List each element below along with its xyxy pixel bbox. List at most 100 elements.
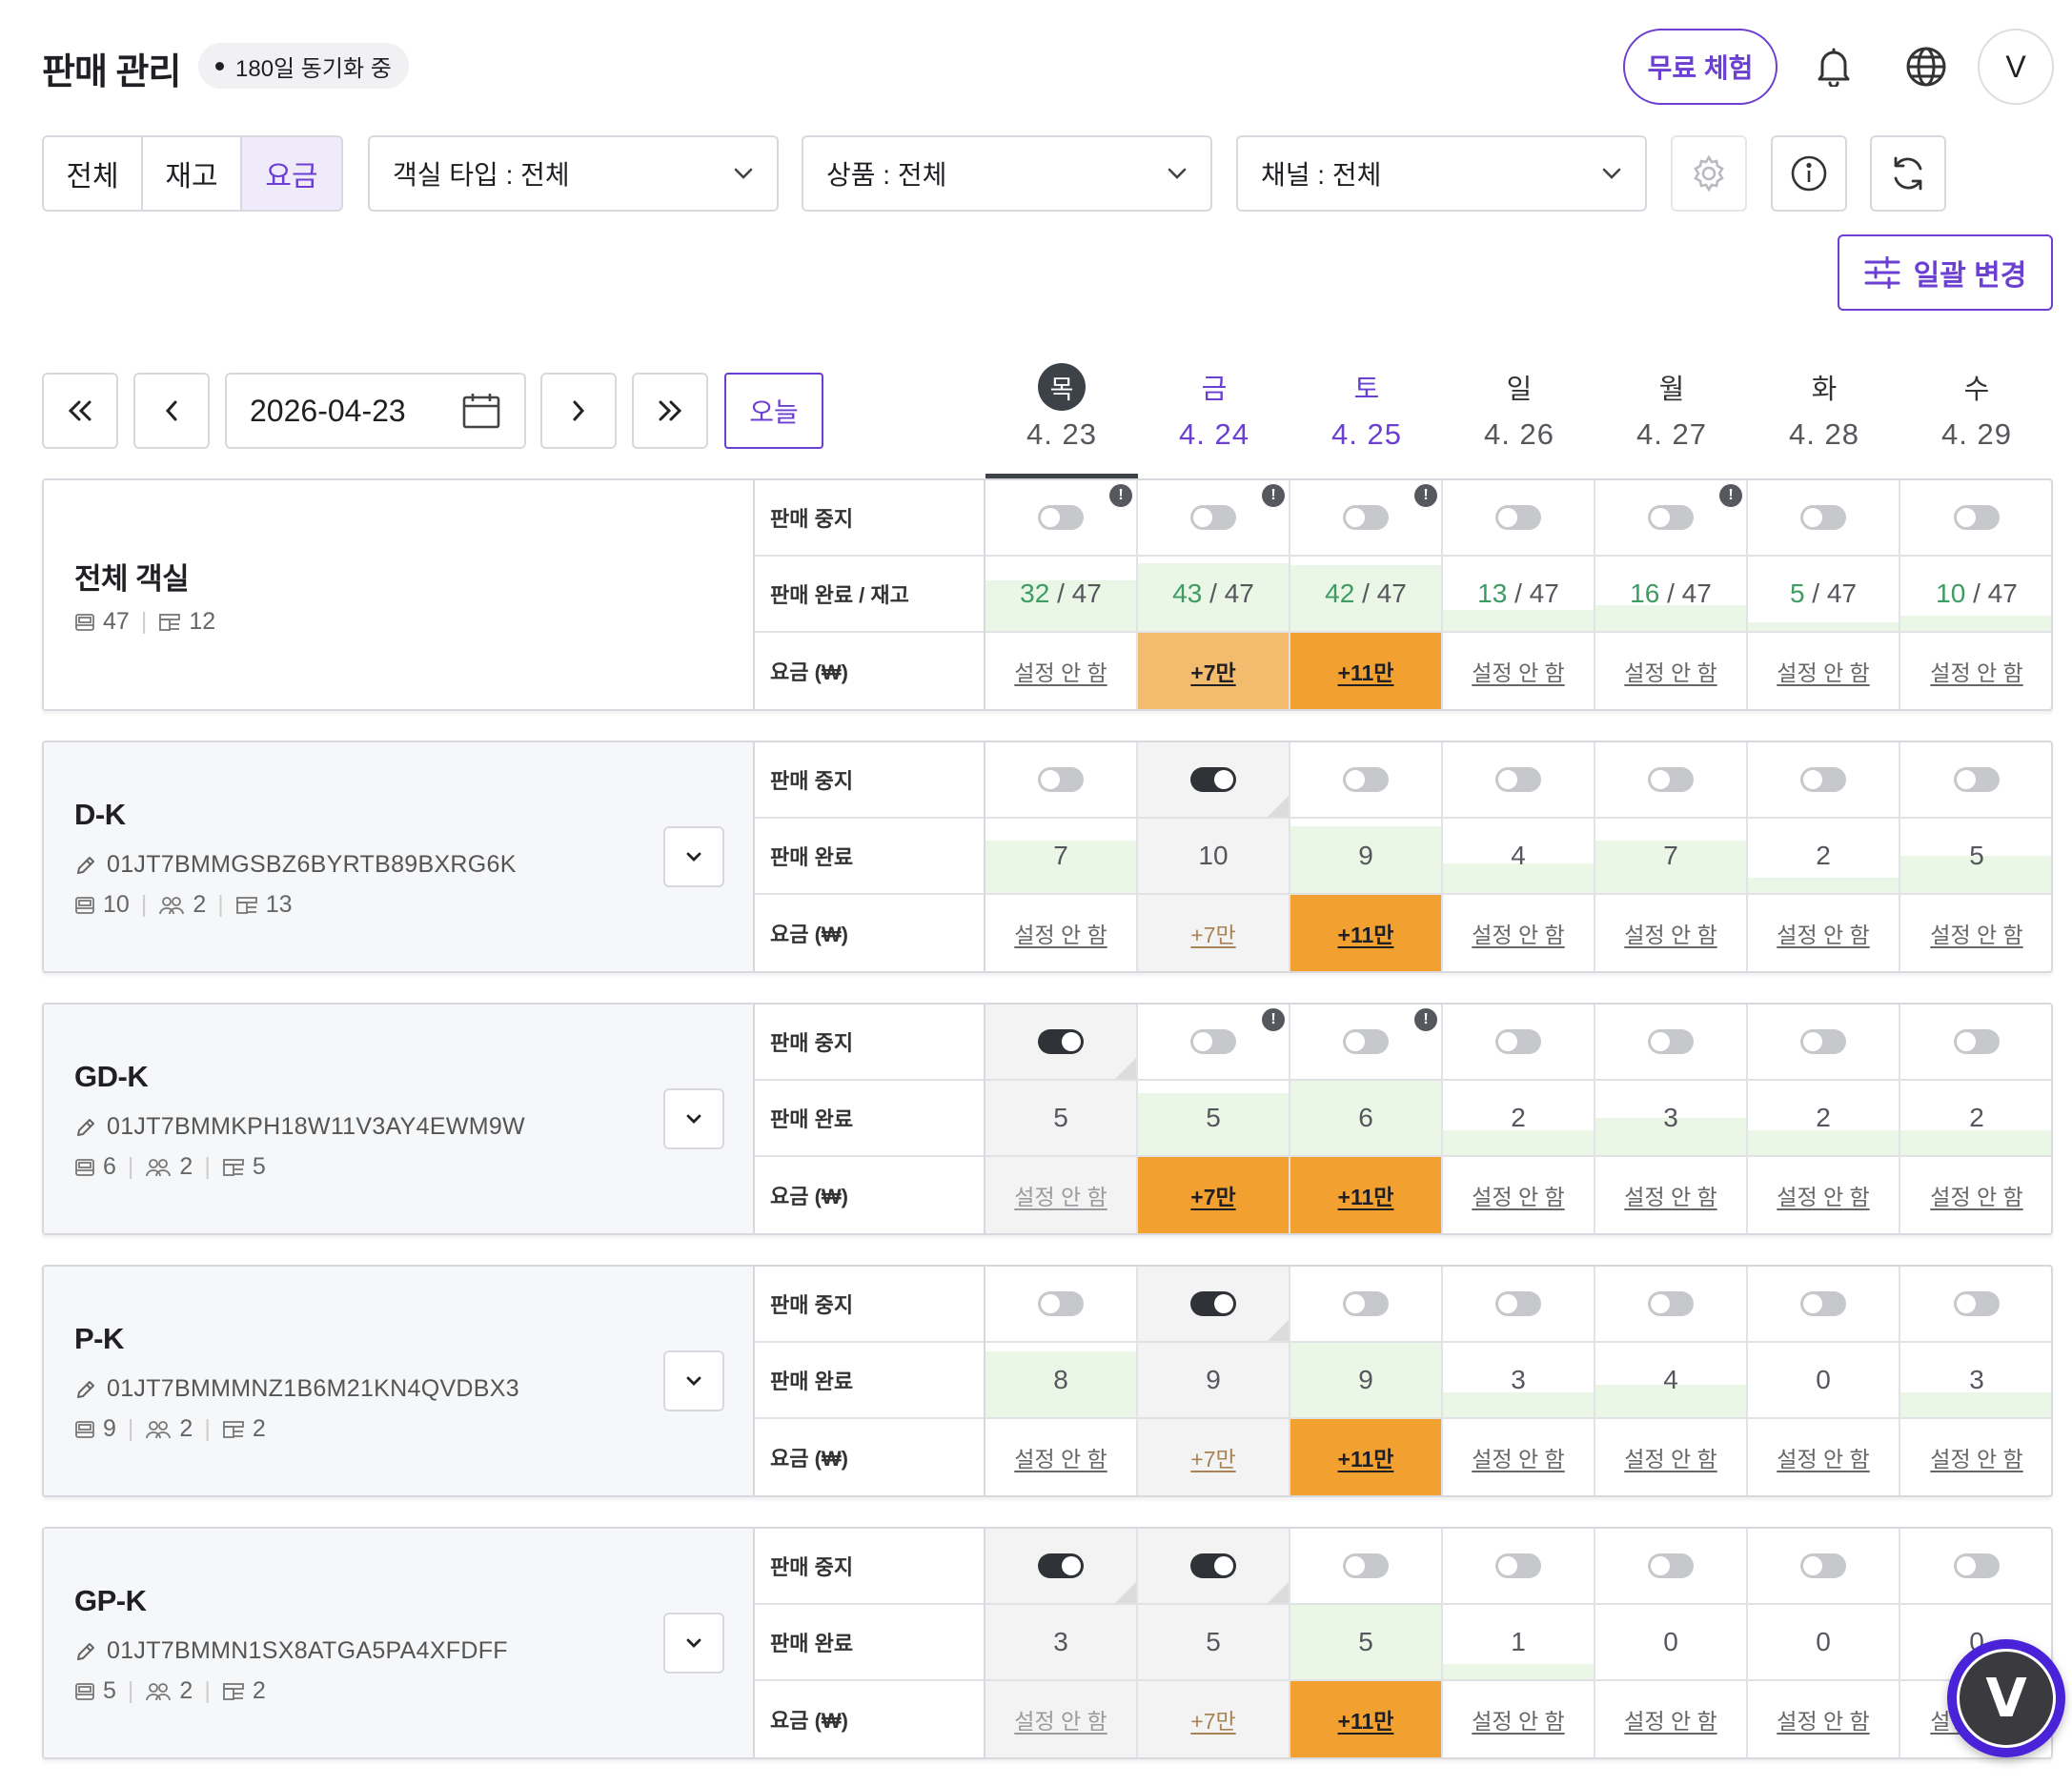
day-header[interactable]: 목 4. 23 xyxy=(985,362,1138,478)
sold-cell[interactable]: 2 xyxy=(1900,1081,2051,1157)
price-cell[interactable]: 설정 안 함 xyxy=(1443,1419,1594,1495)
prev-day-button[interactable] xyxy=(133,373,210,449)
refresh-button[interactable] xyxy=(1870,135,1946,212)
price-cell[interactable]: 설정 안 함 xyxy=(1443,895,1594,971)
stop-sale-toggle[interactable] xyxy=(1343,1291,1389,1316)
sold-cell[interactable]: 9 xyxy=(1138,1343,1289,1419)
price-cell[interactable]: 설정 안 함 xyxy=(1748,633,1899,709)
sold-cell[interactable]: 42 / 47 xyxy=(1290,557,1441,633)
stop-sale-toggle[interactable] xyxy=(1648,505,1694,530)
sold-cell[interactable]: 2 xyxy=(1748,819,1899,895)
price-cell[interactable]: 설정 안 함 xyxy=(985,1681,1136,1757)
room-code[interactable]: 01JT7BMMGSBZ6BYRTB89BXRG6K xyxy=(74,851,517,879)
sold-cell[interactable]: 0 xyxy=(1595,1605,1746,1681)
sold-cell[interactable]: 5 xyxy=(1138,1081,1289,1157)
price-cell[interactable]: 설정 안 함 xyxy=(1595,633,1746,709)
stop-sale-toggle[interactable] xyxy=(1495,1029,1541,1054)
day-header[interactable]: 수 4. 29 xyxy=(1900,362,2053,478)
prev-week-button[interactable] xyxy=(42,373,118,449)
segment-all[interactable]: 전체 xyxy=(44,137,143,210)
segment-stock[interactable]: 재고 xyxy=(143,137,242,210)
sold-cell[interactable]: 7 xyxy=(1595,819,1746,895)
stop-sale-toggle[interactable] xyxy=(1800,1553,1846,1578)
next-day-button[interactable] xyxy=(540,373,617,449)
price-value[interactable]: +11만 xyxy=(1338,1441,1394,1473)
price-cell[interactable]: 설정 안 함 xyxy=(1443,633,1594,709)
price-cell[interactable]: 설정 안 함 xyxy=(1443,1681,1594,1757)
stop-sale-toggle[interactable] xyxy=(1190,1029,1236,1054)
sold-cell[interactable]: 32 / 47 xyxy=(985,557,1136,633)
price-value[interactable]: 설정 안 함 xyxy=(1930,655,2022,687)
price-value[interactable]: 설정 안 함 xyxy=(1014,1179,1107,1211)
stop-sale-toggle[interactable] xyxy=(1800,1029,1846,1054)
price-cell[interactable]: +7만 xyxy=(1138,895,1289,971)
price-value[interactable]: +7만 xyxy=(1190,1179,1235,1211)
room-type-select[interactable]: 객실 타입 : 전체 xyxy=(368,135,779,212)
price-cell[interactable]: +7만 xyxy=(1138,1419,1289,1495)
sold-cell[interactable]: 3 xyxy=(1595,1081,1746,1157)
stop-sale-toggle[interactable] xyxy=(1190,767,1236,792)
price-cell[interactable]: 설정 안 함 xyxy=(1748,895,1899,971)
price-cell[interactable]: 설정 안 함 xyxy=(985,633,1136,709)
price-value[interactable]: 설정 안 함 xyxy=(1472,1441,1564,1473)
stop-sale-toggle[interactable] xyxy=(1343,1029,1389,1054)
price-value[interactable]: 설정 안 함 xyxy=(1014,1441,1107,1473)
stop-sale-toggle[interactable] xyxy=(1038,1553,1084,1578)
segment-price[interactable]: 요금 xyxy=(242,137,341,210)
warning-icon[interactable]: ! xyxy=(1262,1008,1285,1031)
sold-cell[interactable]: 3 xyxy=(1443,1343,1594,1419)
price-value[interactable]: 설정 안 함 xyxy=(1624,1441,1717,1473)
floating-assistant-button[interactable]: V xyxy=(1947,1639,2065,1757)
price-value[interactable]: +7만 xyxy=(1190,917,1235,949)
price-value[interactable]: 설정 안 함 xyxy=(1624,917,1717,949)
day-header[interactable]: 토 4. 25 xyxy=(1290,362,1443,478)
stop-sale-toggle[interactable] xyxy=(1954,1291,2000,1316)
price-cell[interactable]: 설정 안 함 xyxy=(1595,895,1746,971)
price-value[interactable]: +11만 xyxy=(1338,1179,1394,1211)
sold-cell[interactable]: 2 xyxy=(1748,1081,1899,1157)
price-value[interactable]: +11만 xyxy=(1338,1703,1394,1735)
sold-cell[interactable]: 16 / 47 xyxy=(1595,557,1746,633)
price-value[interactable]: 설정 안 함 xyxy=(1777,1703,1869,1735)
price-cell[interactable]: +11만 xyxy=(1290,1681,1441,1757)
price-cell[interactable]: +11만 xyxy=(1290,633,1441,709)
price-value[interactable]: +11만 xyxy=(1338,917,1394,949)
sold-cell[interactable]: 9 xyxy=(1290,1343,1441,1419)
stop-sale-toggle[interactable] xyxy=(1038,767,1084,792)
stop-sale-toggle[interactable] xyxy=(1648,1553,1694,1578)
price-cell[interactable]: +7만 xyxy=(1138,1157,1289,1233)
stop-sale-toggle[interactable] xyxy=(1343,505,1389,530)
price-value[interactable]: 설정 안 함 xyxy=(1930,1179,2022,1211)
expand-room-button[interactable] xyxy=(663,826,724,887)
sold-cell[interactable]: 4 xyxy=(1443,819,1594,895)
stop-sale-toggle[interactable] xyxy=(1648,1029,1694,1054)
day-header[interactable]: 화 4. 28 xyxy=(1748,362,1900,478)
stop-sale-toggle[interactable] xyxy=(1038,1029,1084,1054)
price-value[interactable]: 설정 안 함 xyxy=(1624,655,1717,687)
free-trial-button[interactable]: 무료 체험 xyxy=(1623,29,1777,105)
price-value[interactable]: 설정 안 함 xyxy=(1624,1179,1717,1211)
stop-sale-toggle[interactable] xyxy=(1648,767,1694,792)
price-cell[interactable]: 설정 안 함 xyxy=(985,1419,1136,1495)
price-cell[interactable]: +7만 xyxy=(1138,633,1289,709)
stop-sale-toggle[interactable] xyxy=(1954,767,2000,792)
stop-sale-toggle[interactable] xyxy=(1190,505,1236,530)
stop-sale-toggle[interactable] xyxy=(1190,1291,1236,1316)
sold-cell[interactable]: 5 xyxy=(1290,1605,1441,1681)
sold-cell[interactable]: 8 xyxy=(985,1343,1136,1419)
price-cell[interactable]: 설정 안 함 xyxy=(1595,1681,1746,1757)
price-value[interactable]: +7만 xyxy=(1190,655,1235,687)
warning-icon[interactable]: ! xyxy=(1109,484,1132,507)
bell-icon[interactable] xyxy=(1805,38,1862,95)
sold-cell[interactable]: 0 xyxy=(1748,1343,1899,1419)
price-value[interactable]: 설정 안 함 xyxy=(1777,655,1869,687)
price-cell[interactable]: 설정 안 함 xyxy=(1748,1157,1899,1233)
stop-sale-toggle[interactable] xyxy=(1495,767,1541,792)
price-value[interactable]: 설정 안 함 xyxy=(1930,917,2022,949)
price-cell[interactable]: 설정 안 함 xyxy=(1595,1157,1746,1233)
sold-cell[interactable]: 6 xyxy=(1290,1081,1441,1157)
sold-cell[interactable]: 13 / 47 xyxy=(1443,557,1594,633)
price-value[interactable]: 설정 안 함 xyxy=(1777,1179,1869,1211)
stop-sale-toggle[interactable] xyxy=(1800,767,1846,792)
stop-sale-toggle[interactable] xyxy=(1954,505,2000,530)
